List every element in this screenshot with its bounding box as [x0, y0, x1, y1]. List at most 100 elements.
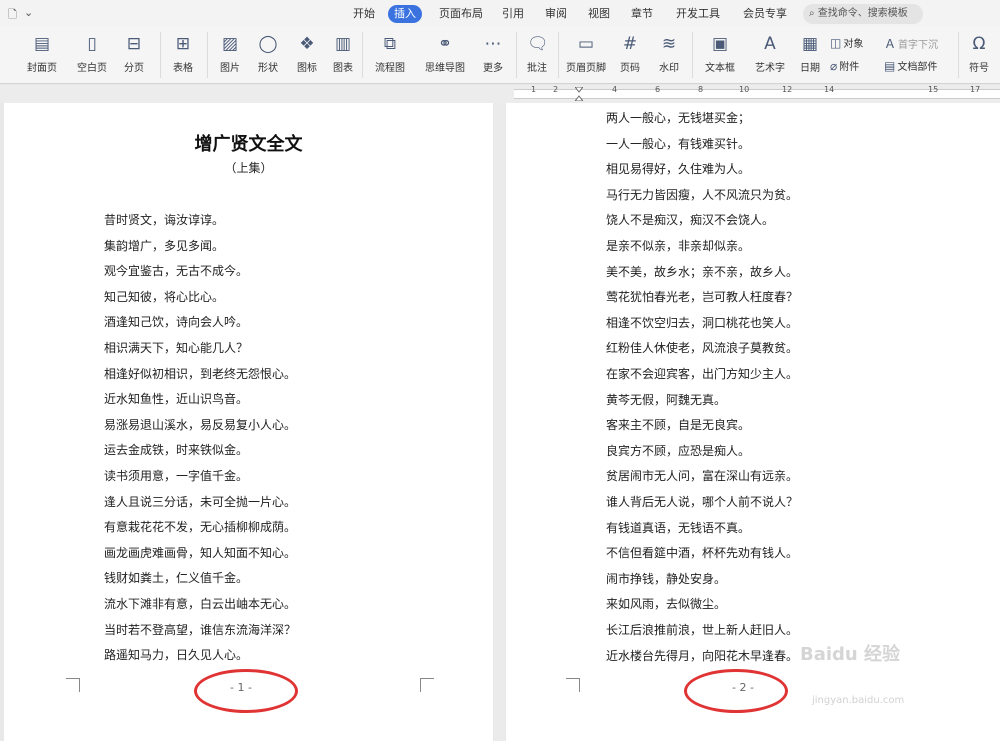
horizontal-ruler[interactable]: 1 2 4 6 8 10 12 14 15 17: [0, 85, 1000, 103]
icons-grid-icon: ❖: [299, 34, 315, 54]
ruler-number: 2: [553, 85, 559, 94]
ruler-number: 12: [782, 85, 793, 94]
more-button[interactable]: ⋯ 更多: [476, 34, 510, 74]
text-line: 近水知鱼性，近山识鸟音。: [104, 392, 249, 407]
ribbon-divider: [516, 32, 517, 78]
comment-button[interactable]: 🗨 批注: [522, 34, 552, 74]
text-line: 谁人背后无人说，哪个人前不说人？: [606, 495, 799, 509]
blank-page-button[interactable]: ▯ 空白页: [70, 34, 114, 74]
ruler-number: 17: [970, 85, 981, 94]
page-number-button[interactable]: # 页码: [613, 34, 647, 74]
tab-section[interactable]: 章节: [625, 5, 659, 23]
wordart-icon: A: [764, 34, 776, 54]
page-break-button[interactable]: ⊟ 分页: [117, 34, 151, 74]
page-2[interactable]: 两人一般心，无钱堪买金； 一人一般心，有钱难买针。 相见易得好，久住难为人。 马行无力…: [506, 103, 1000, 741]
text-line: 运去金成铁，时来铁似金。: [104, 443, 249, 458]
watermark-icon: ≋: [661, 34, 677, 54]
table-button[interactable]: ⊞ 表格: [166, 34, 200, 74]
text-line: 客来主不顾，自是无良宾。: [606, 418, 751, 433]
document-parts-button[interactable]: ▤ 文档部件: [884, 58, 937, 73]
text-line: 美不美，故乡水；亲不亲，故乡人。: [606, 264, 799, 279]
mindmap-button[interactable]: ⚭ 思维导图: [418, 34, 472, 74]
textbox-button[interactable]: ▣ 文本框: [698, 34, 742, 74]
indent-marker-icon[interactable]: [575, 87, 583, 101]
page-1[interactable]: 增广贤文全文 （上集） 昔时贤文，诲汝谆谆。 集韵增广，多见多闻。 观今宜鉴古，无古…: [4, 103, 493, 741]
menu-bar: 🗋 ⌄ 开始 插入 页面布局 引用 审阅 视图 章节 开发工具 会员专享 ⌕ 查…: [0, 0, 1000, 26]
text-line: 酒逢知己饮，诗向会人吟。: [104, 315, 249, 330]
text-line: 读书须用意，一字值千金。: [104, 469, 249, 483]
ruler-number: 15: [928, 85, 939, 94]
ruler-number: 6: [655, 85, 661, 94]
search-icon: ⌕: [809, 8, 815, 19]
attachment-button[interactable]: ⌀ 附件: [830, 58, 859, 73]
page-number-icon: #: [622, 34, 638, 54]
tab-review[interactable]: 审阅: [539, 5, 573, 23]
text-line: 饶人不是痴汉，痴汉不会饶人。: [606, 213, 775, 228]
text-line: 有意栽花花不发，无心插柳柳成荫。: [104, 520, 297, 535]
chart-button[interactable]: ▥ 图表: [328, 34, 358, 74]
text-line: 不信但看筵中酒，杯杯先劝有钱人。: [606, 546, 799, 561]
symbol-button[interactable]: Ω 符号: [962, 34, 996, 74]
ruler-number: 14: [824, 85, 835, 94]
ribbon-divider: [160, 32, 161, 78]
paperclip-icon: ⌀: [830, 59, 838, 73]
baidu-logo-watermark: Baidu 经验: [800, 644, 901, 665]
tab-page-layout[interactable]: 页面布局: [433, 5, 489, 23]
document-parts-icon: ▤: [884, 59, 896, 73]
text-line: 长江后浪推前浪，世上新人赶旧人。: [606, 623, 799, 637]
text-line: 相识满天下，知心能几人？: [104, 341, 249, 355]
dropcap-icon: Ａ: [884, 37, 897, 51]
cover-page-button[interactable]: ▤ 封面页: [22, 34, 62, 74]
picture-button[interactable]: ▨ 图片: [213, 34, 247, 74]
text-line: 近水楼台先得月，向阳花木早逢春。: [606, 648, 799, 663]
text-line: 当时若不登高望，谁信东流海洋深？: [104, 622, 297, 637]
document-workspace: 增广贤文全文 （上集） 昔时贤文，诲汝谆谆。 集韵增广，多见多闻。 观今宜鉴古，无古…: [0, 103, 1000, 741]
wordart-button[interactable]: A 艺术字: [748, 34, 792, 74]
text-line: 良宾方不顾，应恐是痴人。: [606, 443, 751, 458]
header-footer-button[interactable]: ▭ 页眉页脚: [563, 34, 609, 74]
watermark-button[interactable]: ≋ 水印: [652, 34, 686, 74]
object-icon: ◫: [830, 36, 842, 50]
page-break-icon: ⊟: [126, 34, 142, 54]
tab-developer[interactable]: 开发工具: [670, 5, 726, 23]
file-icon[interactable]: 🗋: [8, 6, 17, 25]
text-line: 红粉佳人休使老，风流浪子莫教贫。: [606, 341, 799, 356]
text-line: 来如风雨，去似微尘。: [606, 597, 727, 612]
tab-member[interactable]: 会员专享: [737, 5, 793, 23]
mindmap-icon: ⚭: [437, 34, 453, 54]
ribbon-divider: [558, 32, 559, 78]
cover-page-icon: ▤: [33, 34, 51, 54]
text-line: 逢人且说三分话，未可全抛一片心。: [104, 494, 297, 509]
chevron-down-icon[interactable]: ⌄: [24, 6, 33, 19]
tab-references[interactable]: 引用: [496, 5, 530, 23]
document-title: 增广贤文全文: [194, 134, 303, 155]
search-placeholder: 查找命令、搜索模板: [817, 8, 908, 19]
flowchart-icon: ⧉: [383, 34, 397, 54]
tab-view[interactable]: 视图: [582, 5, 616, 23]
margin-corner-mark: [566, 678, 580, 692]
ruler-number: 10: [739, 85, 750, 94]
baidu-url-watermark: jingyan.baidu.com: [812, 695, 905, 706]
ribbon-divider: [692, 32, 693, 78]
tab-insert[interactable]: 插入: [388, 5, 422, 23]
flowchart-button[interactable]: ⧉ 流程图: [368, 34, 412, 74]
blank-page-icon: ▯: [87, 34, 97, 54]
document-subtitle: （上集）: [224, 161, 273, 175]
tab-home[interactable]: 开始: [347, 5, 381, 23]
ribbon-divider: [362, 32, 363, 78]
text-line: 贫居闹市无人问，富在深山有远亲。: [606, 469, 799, 484]
ruler-number: 8: [698, 85, 704, 94]
icon-button[interactable]: ❖ 图标: [290, 34, 324, 74]
more-icon: ⋯: [484, 34, 502, 54]
command-search-input[interactable]: ⌕ 查找命令、搜索模板: [803, 4, 923, 24]
date-button[interactable]: ▦ 日期: [796, 34, 824, 74]
text-line: 马行无力皆因瘦，人不风流只为贫。: [606, 187, 799, 202]
margin-corner-mark: [66, 678, 80, 692]
dropcap-button[interactable]: Ａ 首字下沉: [884, 35, 938, 52]
text-line: 两人一般心，无钱堪买金；: [606, 111, 751, 125]
text-line: 相见易得好，久住难为人。: [606, 162, 751, 177]
shape-button[interactable]: ◯ 形状: [251, 34, 285, 74]
text-line: 闹市挣钱，静处安身。: [606, 571, 727, 586]
object-button[interactable]: ◫ 对象: [830, 35, 863, 50]
omega-icon: Ω: [972, 34, 986, 54]
